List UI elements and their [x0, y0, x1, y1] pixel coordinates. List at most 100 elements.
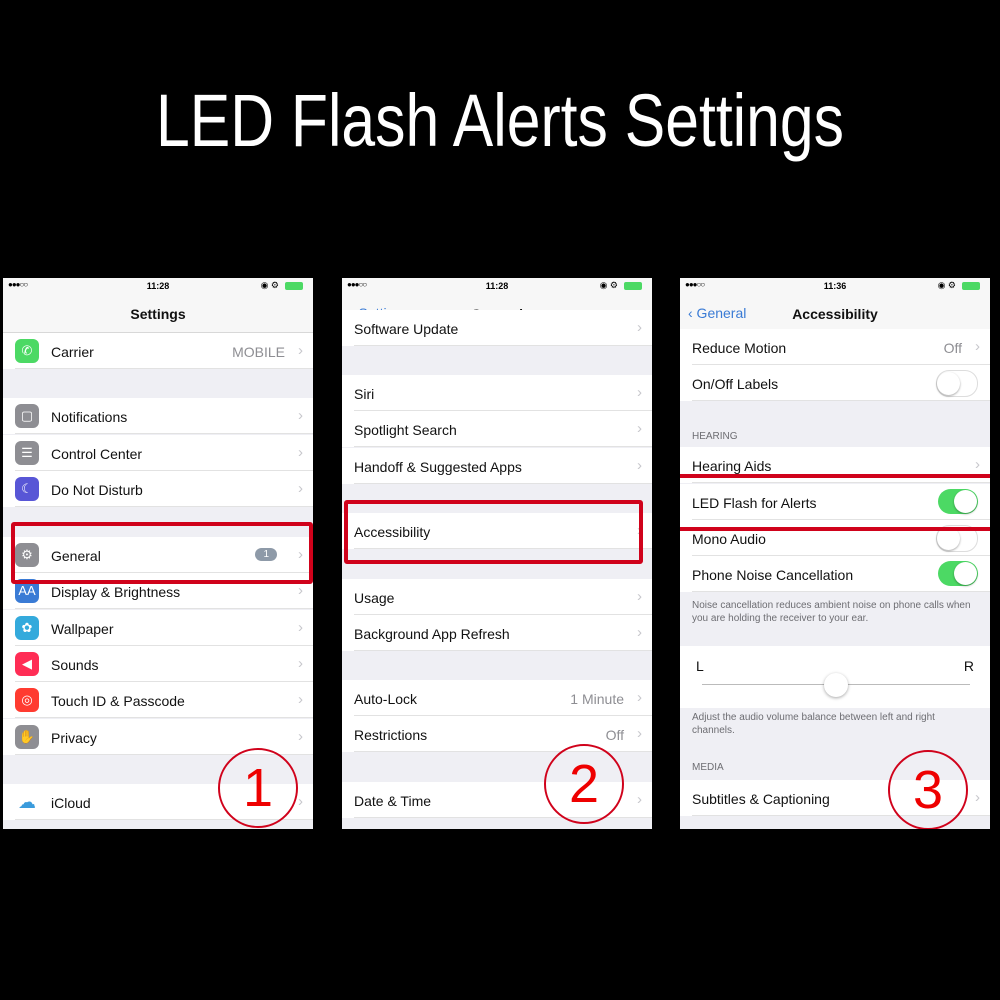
- row-touch-id-passcode[interactable]: ◎ Touch ID & Passcode ›: [3, 682, 313, 718]
- divider: [15, 368, 313, 369]
- chevron-right-icon: ›: [298, 480, 303, 497]
- status-bar: ●●●○○ 11:28 ◉ ⚙: [342, 278, 652, 295]
- chevron-right-icon: ›: [298, 728, 303, 745]
- chevron-right-icon: ›: [637, 319, 642, 336]
- row-label: Touch ID & Passcode: [51, 693, 185, 709]
- fingerprint-icon: ◎: [15, 688, 39, 712]
- row-label: Background App Refresh: [354, 626, 510, 642]
- divider: [354, 817, 652, 818]
- row-sounds[interactable]: ◀ Sounds ›: [3, 646, 313, 682]
- row-label: Do Not Disturb: [51, 482, 143, 498]
- chevron-right-icon: ›: [637, 588, 642, 605]
- row-label: Hearing Aids: [692, 458, 772, 474]
- chevron-right-icon: ›: [637, 624, 642, 641]
- row-value: 1 Minute: [570, 691, 624, 707]
- chevron-right-icon: ›: [298, 444, 303, 461]
- row-label: On/Off Labels: [692, 376, 779, 392]
- alarm-icon: ◉ ⚙: [260, 280, 279, 290]
- row-handoff-suggested-apps[interactable]: Handoff & Suggested Apps ›: [342, 448, 652, 484]
- chevron-right-icon: ›: [637, 725, 642, 742]
- toggle-switch[interactable]: [936, 370, 978, 397]
- chevron-right-icon: ›: [298, 342, 303, 359]
- chevron-right-icon: ›: [298, 407, 303, 424]
- balance-right-label: R: [963, 658, 974, 674]
- accessibility-screen: ●●●○○ 11:36 ◉ ⚙ Accessibility ‹ General Reduc…: [680, 278, 990, 829]
- general-screen: ●●●○○11:28◉ ⚙General‹ SettingsSoftware U…: [342, 278, 652, 829]
- step-number: 1: [218, 748, 298, 828]
- row-phone-noise-cancellation[interactable]: Phone Noise Cancellation: [680, 556, 990, 592]
- toggle-knob: [954, 562, 977, 585]
- highlight-box: [344, 500, 643, 564]
- row-spotlight-search[interactable]: Spotlight Search ›: [342, 411, 652, 447]
- control-center-icon: ☰: [15, 441, 39, 465]
- notifications-icon: ▢: [15, 404, 39, 428]
- row-label: Mono Audio: [692, 531, 766, 547]
- battery-icon: [962, 282, 980, 290]
- row-siri[interactable]: Siri ›: [342, 375, 652, 411]
- divider: [354, 650, 652, 651]
- row-label: Phone Noise Cancellation: [692, 567, 854, 583]
- row-label: Siri: [354, 386, 375, 402]
- toggle-knob: [937, 372, 960, 395]
- row-label: iCloud: [51, 795, 91, 811]
- nav-bar: Accessibility ‹ General: [680, 295, 990, 333]
- row-control-center[interactable]: ☰ Control Center ›: [3, 435, 313, 471]
- row-label: Carrier: [51, 344, 94, 360]
- balance-slider-section: LR: [680, 646, 990, 708]
- alarm-icon: ◉ ⚙: [599, 280, 618, 290]
- row-do-not-disturb[interactable]: ☾ Do Not Disturb ›: [3, 471, 313, 507]
- cloud-icon: ☁: [15, 790, 39, 814]
- row-background-app-refresh[interactable]: Background App Refresh ›: [342, 615, 652, 651]
- divider: [692, 400, 990, 401]
- chevron-right-icon: ›: [975, 456, 980, 473]
- chevron-right-icon: ›: [298, 793, 303, 810]
- row-label: Reduce Motion: [692, 340, 787, 356]
- row-label: Sounds: [51, 657, 99, 673]
- step-number: 2: [544, 744, 624, 824]
- row-label: Handoff & Suggested Apps: [354, 459, 522, 475]
- status-bar: ●●●○○ 11:36 ◉ ⚙: [680, 278, 990, 295]
- chevron-right-icon: ›: [298, 582, 303, 599]
- hand-icon: ✋: [15, 725, 39, 749]
- slider-thumb[interactable]: [824, 673, 848, 697]
- chevron-right-icon: ›: [637, 689, 642, 706]
- status-bar: ●●●○○ 11:28 ◉ ⚙: [3, 278, 313, 295]
- hearing-header: HEARING: [692, 431, 738, 442]
- row-wallpaper[interactable]: ✿ Wallpaper ›: [3, 610, 313, 646]
- row-value: Off: [605, 727, 624, 743]
- nav-bar: Settings: [3, 295, 313, 333]
- row-label: Auto-Lock: [354, 691, 418, 707]
- page-title: LED Flash Alerts Settings: [155, 79, 845, 162]
- highlight-box: [680, 474, 990, 531]
- row-on-off-labels[interactable]: On/Off Labels: [680, 365, 990, 401]
- battery-icon: [624, 282, 642, 290]
- row-restrictions[interactable]: Restrictions Off ›: [342, 716, 652, 752]
- row-carrier[interactable]: ✆ Carrier MOBILE ›: [3, 333, 313, 369]
- chevron-right-icon: ›: [975, 338, 980, 355]
- row-software-update[interactable]: Software Update ›: [342, 310, 652, 346]
- divider: [15, 608, 313, 609]
- row-auto-lock[interactable]: Auto-Lock 1 Minute ›: [342, 680, 652, 716]
- chevron-right-icon: ›: [637, 420, 642, 437]
- row-label: Display & Brightness: [51, 584, 181, 600]
- row-usage[interactable]: Usage ›: [342, 579, 652, 615]
- toggle-switch[interactable]: [938, 561, 978, 586]
- balance-footer: Adjust the audio volume balance between …: [692, 712, 935, 736]
- chevron-right-icon: ›: [637, 384, 642, 401]
- highlight-box: [11, 522, 313, 584]
- row-label: Wallpaper: [51, 621, 114, 637]
- chevron-right-icon: ›: [975, 789, 980, 806]
- back-button[interactable]: ‹ General: [688, 305, 746, 321]
- nav-title: Settings: [130, 306, 186, 322]
- row-notifications[interactable]: ▢ Notifications ›: [3, 398, 313, 434]
- divider: [354, 446, 652, 447]
- alarm-icon: ◉ ⚙: [937, 280, 956, 290]
- chevron-right-icon: ›: [298, 691, 303, 708]
- divider: [692, 591, 990, 592]
- row-reduce-motion[interactable]: Reduce Motion Off ›: [680, 329, 990, 365]
- moon-icon: ☾: [15, 477, 39, 501]
- row-label: Spotlight Search: [354, 422, 457, 438]
- row-label: Subtitles & Captioning: [692, 791, 830, 807]
- row-label: Restrictions: [354, 727, 428, 743]
- chevron-right-icon: ›: [637, 791, 642, 808]
